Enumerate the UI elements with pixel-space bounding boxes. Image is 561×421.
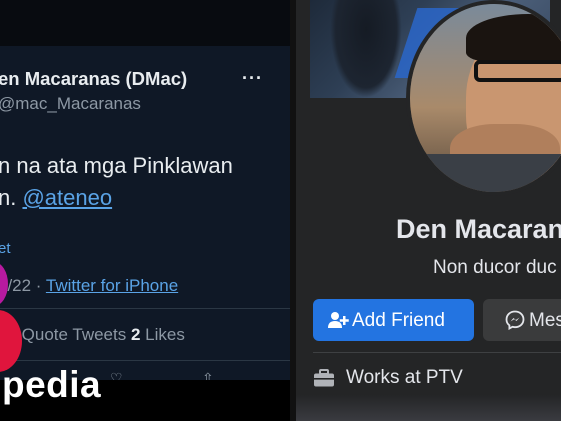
divider [313,352,561,353]
tweet-text-line-1: n na ata mga Pinklawan [0,153,233,178]
briefcase-icon [314,369,334,387]
tweet-text-line-2: n. @ateneo [0,182,233,214]
cover-photo-figure [330,0,402,98]
add-friend-label: Add Friend [352,310,445,331]
avatar-shirt [410,154,561,192]
message-label: Mes [529,310,561,331]
like-count[interactable]: 2 [131,325,140,344]
divider [0,308,290,309]
profile-avatar[interactable] [406,0,561,196]
tweet-source-link[interactable]: Twitter for iPhone [46,276,178,295]
tweet-author-handle[interactable]: @mac_Macaranas [0,94,141,114]
translate-tweet-link[interactable]: et [0,240,11,257]
twitter-tweet-panel: en Macaranas (DMac) ··· @mac_Macaranas n… [0,0,290,421]
profile-name: Den Macaran [396,214,561,244]
work-label: Works at PTV [346,367,463,388]
divider [0,360,290,361]
tweet-stats: 33 Quote Tweets 2 Likes [0,325,185,345]
profile-bio: Non ducor duc [433,257,557,278]
message-button[interactable]: Mes [483,299,561,341]
more-options-icon[interactable]: ··· [242,68,263,89]
facebook-profile-panel: Den Macaran Non ducor duc Add Friend Mes… [290,0,561,421]
handle-text: mac_Macaranas [15,94,141,113]
tweet-author-name[interactable]: en Macaranas (DMac) [0,68,187,90]
watermark-text: pedia [2,364,102,405]
avatar-glasses [474,60,561,82]
messenger-icon [505,310,525,330]
tweet-text: n na ata mga Pinklawan n. @ateneo [0,150,233,214]
quote-label[interactable]: Quote Tweets [17,325,131,344]
add-person-icon [328,312,349,328]
tweet-meta: 4/22 · Twitter for iPhone [0,276,178,296]
like-label[interactable]: Likes [140,325,185,344]
bottom-fade [296,395,561,421]
tweet-text-line-2-prefix: n. [0,185,23,210]
mention-link[interactable]: @ateneo [22,185,112,210]
twitter-top-bar [0,0,290,46]
add-friend-button[interactable]: Add Friend [313,299,474,341]
